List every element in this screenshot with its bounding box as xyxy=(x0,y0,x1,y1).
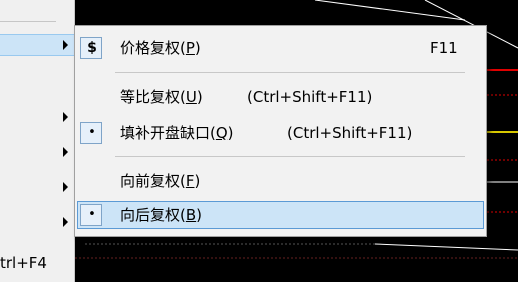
chart-line xyxy=(314,0,466,21)
menu-item-shortcut: (Ctrl+Shift+F11) xyxy=(247,88,373,106)
menu-item-label: 填补开盘缺口(Q) xyxy=(120,124,234,142)
menu-item-checkbox: $ xyxy=(80,37,102,59)
dollar-icon: $ xyxy=(87,40,97,56)
menu-item-fill-gap[interactable]: • 填补开盘缺口(Q) (Ctrl+Shift+F11) xyxy=(77,119,484,147)
menu-separator xyxy=(115,72,465,73)
parent-item[interactable] xyxy=(0,211,75,233)
menu-item-checkbox: • xyxy=(80,122,102,144)
chart-line xyxy=(374,243,518,251)
submenu-arrow-icon xyxy=(63,112,68,122)
adjust-submenu: $ 价格复权(P) F11 等比复权(U) (Ctrl+Shift+F11) •… xyxy=(74,25,487,237)
parent-item[interactable] xyxy=(0,141,75,163)
menu-item-forward-adjust[interactable]: 向前复权(F) xyxy=(77,167,484,195)
submenu-arrow-icon xyxy=(63,40,68,50)
menu-item-shortcut: F11 xyxy=(430,39,458,57)
menu-item-ratio-adjust[interactable]: 等比复权(U) (Ctrl+Shift+F11) xyxy=(77,83,484,111)
menu-item-checkbox: • xyxy=(80,204,102,226)
menu-item-shortcut: (Ctrl+Shift+F11) xyxy=(287,124,413,142)
submenu-arrow-icon xyxy=(63,217,68,227)
bullet-icon: • xyxy=(88,125,96,140)
menu-item-label: 向前复权(F) xyxy=(120,172,201,190)
menu-item-price-adjust[interactable]: $ 价格复权(P) F11 xyxy=(77,34,484,62)
parent-item-shortcut: trl+F4 xyxy=(0,254,47,272)
parent-context-menu: trl+F4 xyxy=(0,0,75,282)
menu-separator xyxy=(0,21,56,22)
menu-item-label: 向后复权(B) xyxy=(120,206,203,224)
parent-item[interactable] xyxy=(0,106,75,128)
bullet-icon: • xyxy=(88,207,96,222)
menu-separator xyxy=(115,156,465,157)
parent-item[interactable] xyxy=(0,176,75,198)
parent-item-adjust[interactable] xyxy=(0,34,75,56)
menu-item-label: 等比复权(U) xyxy=(120,88,203,106)
submenu-arrow-icon xyxy=(63,147,68,157)
menu-item-label: 价格复权(P) xyxy=(120,39,201,57)
menu-item-backward-adjust[interactable]: • 向后复权(B) xyxy=(77,201,484,229)
submenu-arrow-icon xyxy=(63,182,68,192)
